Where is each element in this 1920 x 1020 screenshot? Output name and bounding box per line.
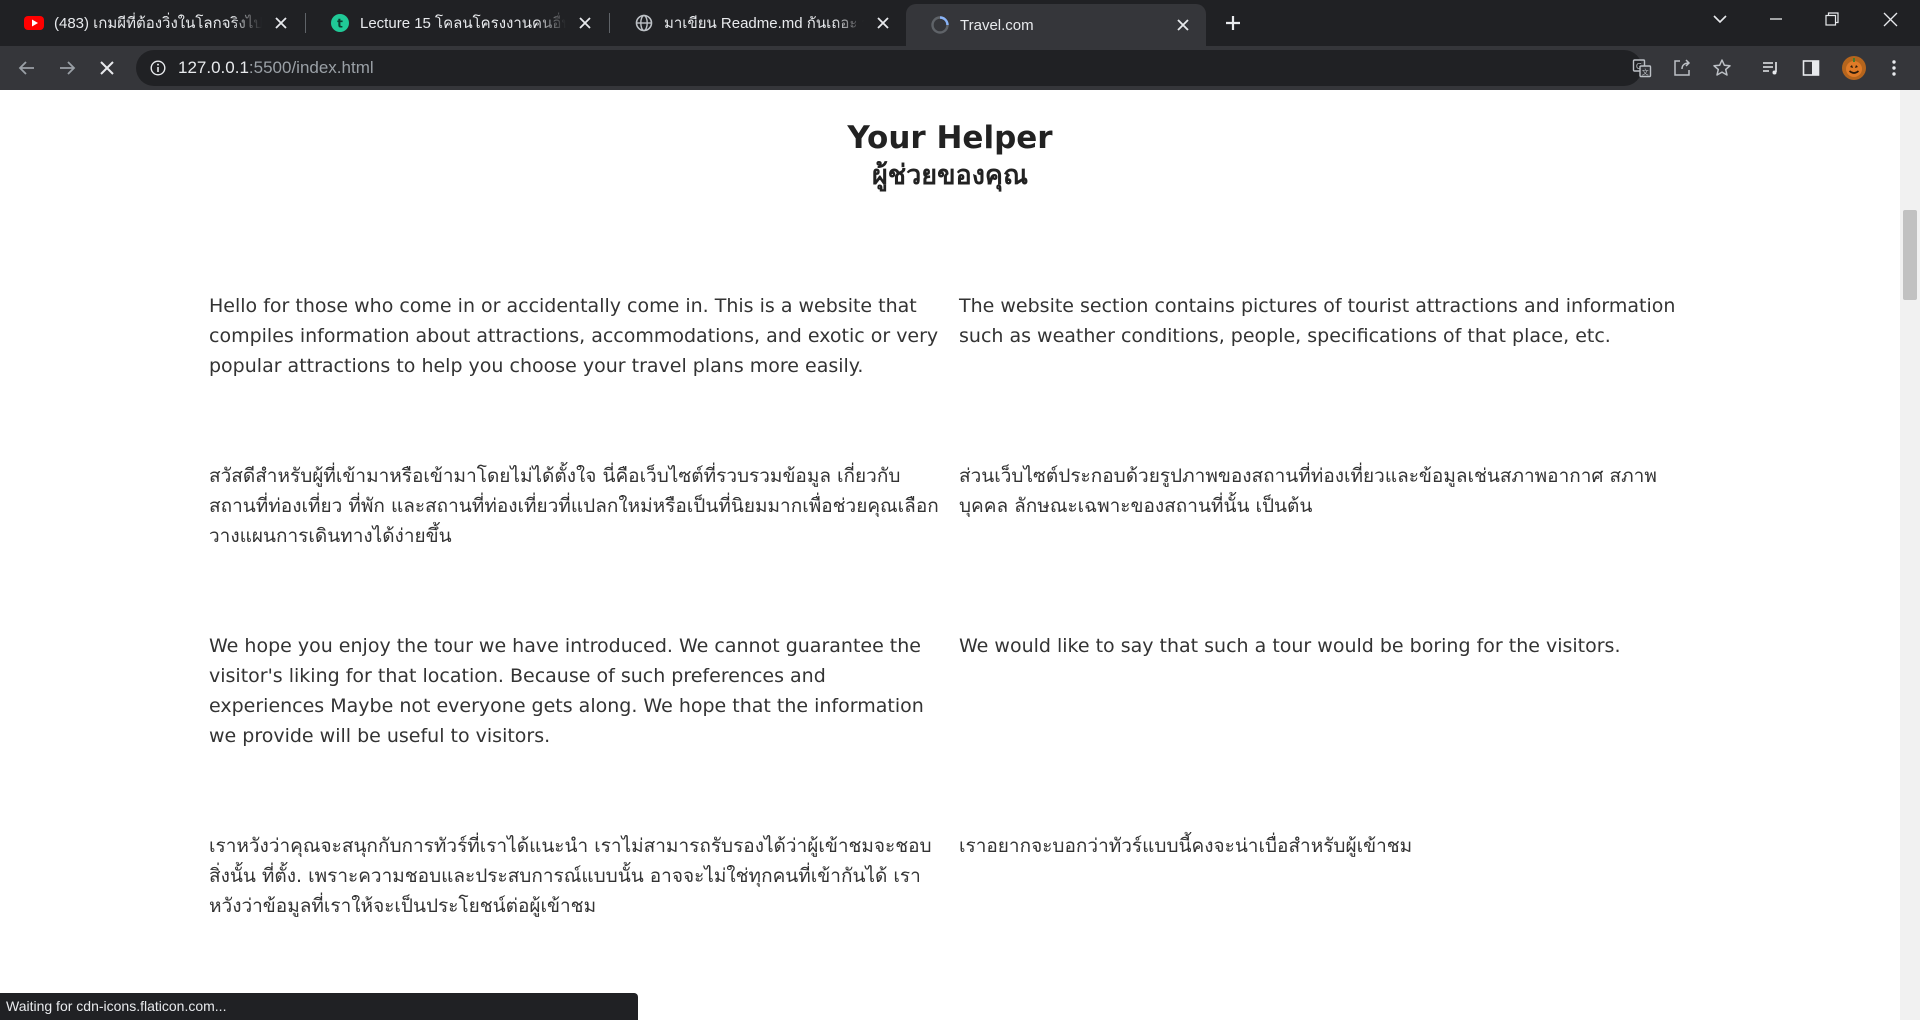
tab-search-button[interactable] [1692, 0, 1748, 38]
svg-text:t: t [337, 17, 343, 31]
browser-toolbar: 127.0.0.1:5500/index.html G文 [0, 46, 1920, 90]
side-panel-icon [1802, 60, 1820, 76]
tab-strip: (483) เกมผีที่ต้องวิ่งในโลกจริงไปด้วย จะ… [0, 0, 1920, 46]
page-heading: Your Helper ผู้ช่วยของคุณ [0, 118, 1900, 194]
media-controls-button[interactable] [1755, 52, 1787, 84]
arrow-right-icon [60, 61, 76, 75]
close-icon [1883, 12, 1897, 26]
minimize-icon [1770, 18, 1782, 20]
tab-readme[interactable]: มาเขียน Readme.md กันเถอะ ว่าแต่มันคืออะ… [610, 0, 906, 46]
loading-spinner-icon [930, 15, 950, 35]
tab-lecture[interactable]: t Lecture 15 โคลนโครงงานคนอื่น เพื่อต่อย… [306, 0, 608, 46]
tab-title: Travel.com [960, 16, 1034, 34]
page-scrollbar[interactable] [1900, 90, 1920, 1020]
share-icon [1674, 59, 1691, 76]
globe-icon [634, 13, 654, 33]
address-bar[interactable]: 127.0.0.1:5500/index.html [136, 50, 1642, 86]
close-icon[interactable] [574, 12, 596, 34]
tab-title: (483) เกมผีที่ต้องวิ่งในโลกจริงไปด้วย จะ… [54, 15, 262, 32]
forward-button[interactable] [51, 52, 83, 84]
chevron-down-icon [1713, 15, 1727, 24]
restore-icon [1825, 12, 1839, 26]
tab-title: Lecture 15 โคลนโครงงานคนอื่น เพื่อต่อยอด [360, 15, 566, 32]
youtube-icon [24, 13, 44, 33]
boring-tour-paragraph-en: We would like to say that such a tour wo… [959, 635, 1621, 657]
side-panel-button[interactable] [1795, 52, 1827, 84]
green-circle-t-icon: t [330, 13, 350, 33]
new-tab-button[interactable] [1217, 7, 1249, 39]
intro-paragraph-th: สวัสดีสำหรับผู้ที่เข้ามาหรือเข้ามาโดยไม่… [209, 465, 939, 547]
profile-avatar-button[interactable] [1838, 52, 1870, 84]
boring-tour-paragraph-th: เราอยากจะบอกว่าทัวร์แบบนี้คงจะน่าเบื่อสำ… [959, 835, 1413, 857]
arrow-left-icon [18, 61, 34, 75]
stop-loading-button[interactable] [91, 52, 123, 84]
share-button[interactable] [1666, 52, 1698, 84]
more-vertical-icon [1892, 60, 1896, 76]
url-host: 127.0.0.1 [178, 58, 249, 77]
status-bubble: Waiting for cdn-icons.flaticon.com... [0, 993, 638, 1020]
plus-icon [1226, 16, 1240, 30]
star-icon [1713, 59, 1731, 76]
hope-paragraph-th: เราหวังว่าคุณจะสนุกกับการทัวร์ที่เราได้แ… [209, 835, 932, 917]
page-viewport: Your Helper ผู้ช่วยของคุณ Hello for thos… [0, 90, 1900, 1020]
info-icon[interactable] [148, 58, 168, 78]
minimize-button[interactable] [1748, 0, 1804, 38]
close-icon [100, 61, 114, 75]
svg-text:文: 文 [1642, 68, 1649, 77]
close-icon[interactable] [270, 12, 292, 34]
intro-paragraph-en: Hello for those who come in or accidenta… [209, 295, 939, 377]
scrollbar-thumb[interactable] [1903, 210, 1917, 300]
chrome-menu-button[interactable] [1878, 52, 1910, 84]
browser-window: (483) เกมผีที่ต้องวิ่งในโลกจริงไปด้วย จะ… [0, 0, 1920, 1020]
translate-button[interactable]: G文 [1626, 52, 1658, 84]
url-text[interactable]: 127.0.0.1:5500/index.html [178, 58, 374, 78]
url-path: :5500/index.html [248, 58, 374, 77]
close-window-button[interactable] [1862, 0, 1918, 38]
tab-travel-active[interactable]: Travel.com [906, 4, 1206, 46]
website-section-paragraph-th: ส่วนเว็บไซต์ประกอบด้วยรูปภาพของสถานที่ท่… [959, 465, 1657, 517]
tab-title: มาเขียน Readme.md กันเถอะ ว่าแต่มันคืออะ… [664, 15, 864, 32]
website-section-paragraph-en: The website section contains pictures of… [959, 295, 1676, 347]
page-title: Your Helper [847, 120, 1053, 156]
restore-button[interactable] [1804, 0, 1860, 38]
hope-paragraph-en: We hope you enjoy the tour we have intro… [209, 635, 924, 747]
back-button[interactable] [11, 52, 43, 84]
playlist-icon [1763, 62, 1777, 75]
tab-youtube[interactable]: (483) เกมผีที่ต้องวิ่งในโลกจริงไปด้วย จะ… [0, 0, 304, 46]
avatar [1842, 56, 1866, 80]
close-icon[interactable] [872, 12, 894, 34]
close-icon[interactable] [1172, 14, 1194, 36]
bookmark-button[interactable] [1706, 52, 1738, 84]
translate-icon: G文 [1632, 59, 1652, 78]
page-subtitle-thai: ผู้ช่วยของคุณ [871, 160, 1029, 191]
